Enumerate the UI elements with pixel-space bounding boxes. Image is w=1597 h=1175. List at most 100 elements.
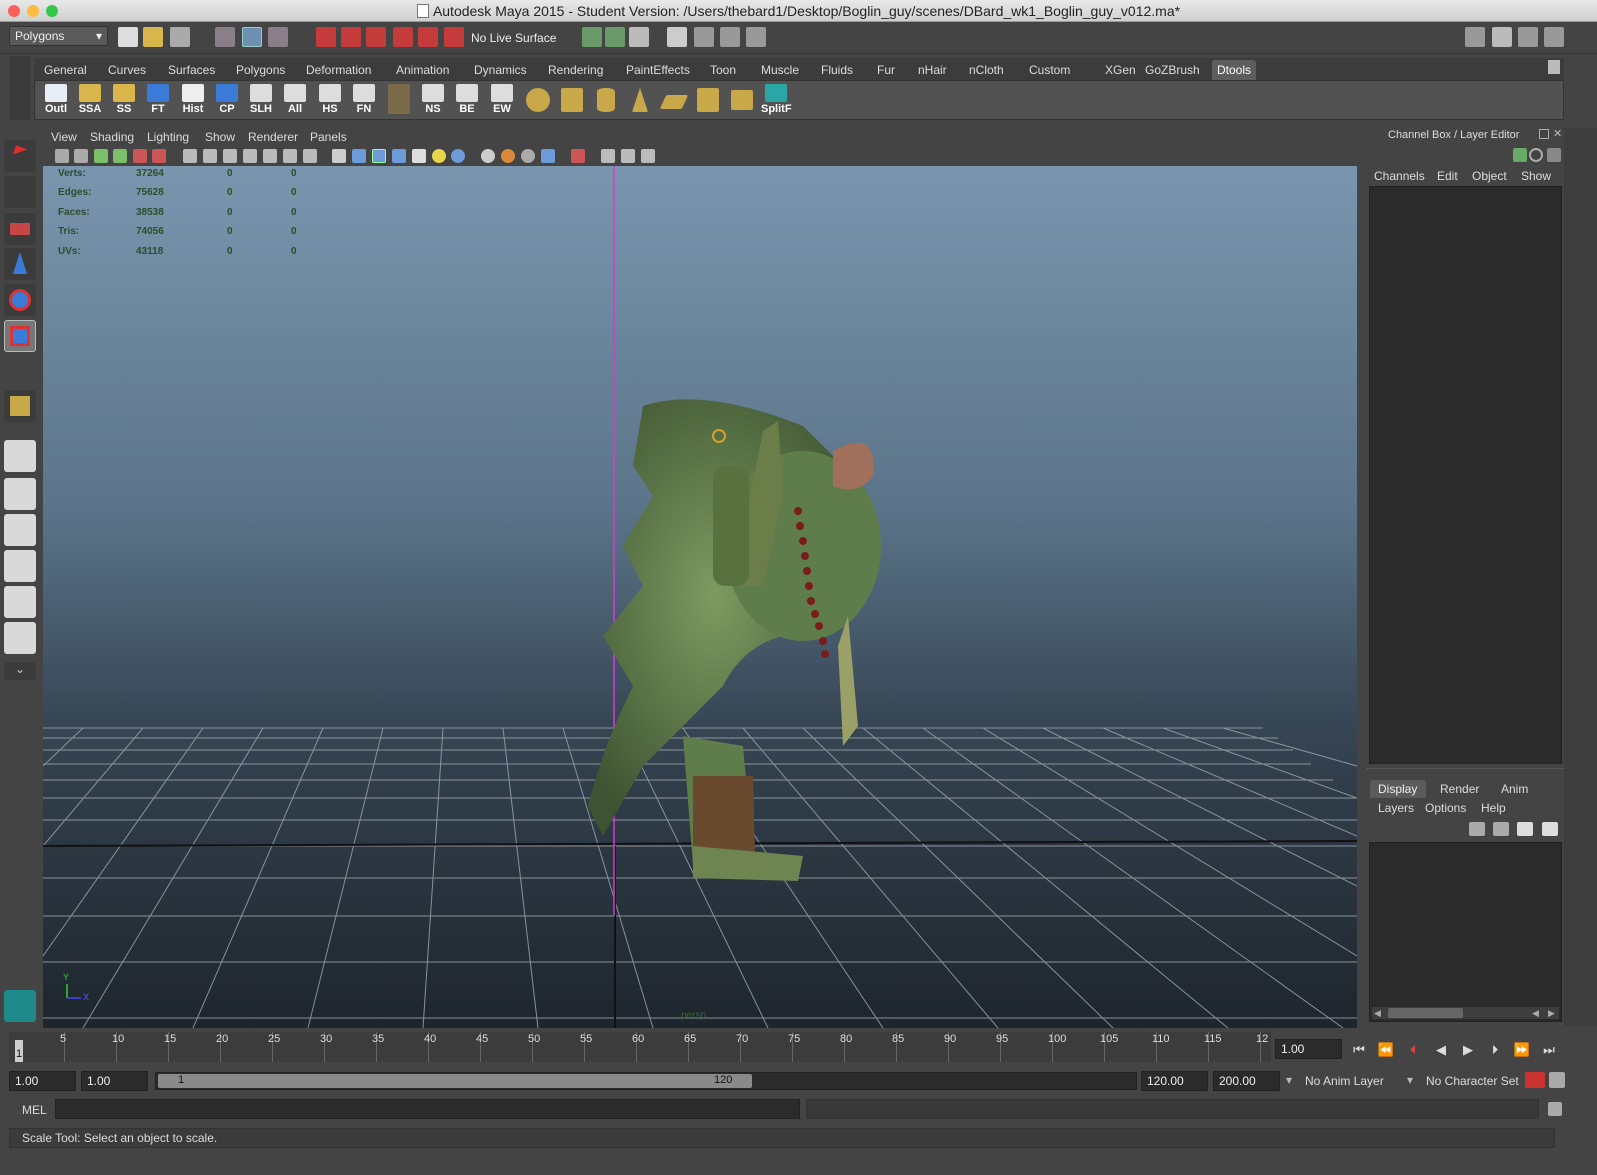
magnet-icon[interactable] — [444, 27, 464, 47]
range-slider[interactable]: 1 120 — [155, 1072, 1137, 1090]
persp-outliner-layout-icon[interactable] — [4, 514, 36, 546]
channel-box-menu-show[interactable]: Show — [1521, 169, 1551, 183]
step-back-frame-icon[interactable]: ⏴ — [1404, 1042, 1422, 1058]
anim-layer-dropdown[interactable]: No Anim Layer — [1305, 1074, 1384, 1088]
image-plane-icon[interactable] — [113, 149, 127, 163]
shelf-tab[interactable]: Animation — [391, 60, 454, 80]
trash-icon[interactable] — [1548, 60, 1560, 74]
safe-title-icon[interactable] — [303, 149, 317, 163]
layer-menu-layers[interactable]: Layers — [1378, 801, 1414, 815]
shelf-tab[interactable]: Deformation — [301, 60, 376, 80]
splitf-button[interactable]: SplitF — [761, 83, 792, 119]
xray-active-components-icon[interactable] — [621, 149, 635, 163]
use-all-lights-icon[interactable] — [432, 149, 446, 163]
shelf-tab[interactable]: Fur — [872, 60, 900, 80]
channel-box-settings-icon[interactable] — [1529, 148, 1543, 162]
persp-graph-hypershade-layout-icon[interactable] — [4, 622, 36, 654]
single-perspective-layout-icon[interactable] — [4, 440, 36, 472]
hypershade-icon[interactable] — [694, 27, 714, 47]
open-scene-icon[interactable] — [143, 27, 163, 47]
layer-list[interactable]: ◀ ◀ ▶ — [1369, 842, 1562, 1022]
viewport-menu-shading[interactable]: Shading — [90, 130, 134, 144]
select-tool-icon[interactable] — [4, 140, 36, 172]
freeze-transforms-button[interactable]: FT — [143, 83, 173, 119]
motion-blur-icon[interactable] — [501, 149, 515, 163]
new-layer-icon[interactable] — [1517, 822, 1533, 836]
chevron-down-icon[interactable]: ⌄ — [4, 662, 36, 680]
slh-button[interactable]: SLH — [246, 83, 276, 119]
viewport-menu-panels[interactable]: Panels — [310, 130, 347, 144]
channel-box-toggle-icon[interactable] — [1544, 27, 1564, 47]
select-hierarchy-icon[interactable] — [215, 27, 235, 47]
shelf-tab[interactable]: Muscle — [756, 60, 804, 80]
tool-settings-icon[interactable] — [1518, 27, 1538, 47]
shelf-tab[interactable]: Custom — [1024, 60, 1075, 80]
shelf-tab[interactable]: Curves — [103, 60, 151, 80]
shelf-tab[interactable]: Polygons — [231, 60, 290, 80]
ipr-render-icon[interactable] — [629, 27, 649, 47]
modeling-toolkit-icon[interactable] — [1465, 27, 1485, 47]
shelf-tab[interactable]: Toon — [705, 60, 741, 80]
be-button[interactable]: BE — [452, 83, 482, 119]
character-set-dropdown-arrow[interactable]: ▾ — [1407, 1073, 1413, 1087]
axis-display-icon[interactable] — [1513, 148, 1527, 162]
channel-box-list[interactable] — [1369, 186, 1562, 764]
step-forward-key-icon[interactable]: ⏩ — [1513, 1042, 1531, 1058]
wireframe-icon[interactable] — [332, 149, 346, 163]
layer-list-scrollbar[interactable]: ◀ ◀ ▶ — [1372, 1007, 1559, 1019]
ss-button[interactable]: SS — [109, 83, 139, 119]
center-pivot-button[interactable]: CP — [212, 83, 242, 119]
anti-aliasing-icon[interactable] — [521, 149, 535, 163]
outliner-button[interactable]: Outl — [41, 83, 71, 119]
float-panel-icon[interactable] — [1539, 129, 1549, 139]
save-scene-icon[interactable] — [170, 27, 190, 47]
textured-icon[interactable] — [412, 149, 426, 163]
bookmarks-icon[interactable] — [94, 149, 108, 163]
time-slider[interactable]: 5 10 15 20 25 30 35 40 45 50 55 60 65 70… — [9, 1032, 1271, 1062]
shelf-tab[interactable]: Dynamics — [469, 60, 532, 80]
move-tool-icon[interactable] — [4, 248, 36, 280]
script-editor-icon[interactable] — [1548, 1102, 1562, 1116]
menu-set-dropdown[interactable]: Polygons ▾ — [9, 26, 108, 46]
viewport-menu-renderer[interactable]: Renderer — [248, 130, 298, 144]
close-window-button[interactable] — [8, 5, 20, 17]
render-sequence-icon[interactable] — [746, 27, 766, 47]
poly-cube-icon[interactable] — [557, 83, 587, 119]
persp-graph-layout-icon[interactable] — [4, 550, 36, 582]
paint-select-tool-icon[interactable] — [4, 213, 36, 245]
grid-toggle-icon[interactable] — [183, 149, 197, 163]
shelf-tab[interactable]: General — [39, 60, 92, 80]
poly-cone-icon[interactable] — [625, 83, 655, 119]
default-material-icon[interactable] — [392, 149, 406, 163]
minimize-window-button[interactable] — [27, 5, 39, 17]
play-backwards-icon[interactable]: ◀ — [1432, 1042, 1450, 1058]
shelf-tab[interactable]: Surfaces — [163, 60, 220, 80]
snap-view-plane-icon[interactable] — [393, 27, 413, 47]
scrollbar-thumb[interactable] — [1388, 1008, 1463, 1018]
viewport-menu-view[interactable]: View — [51, 130, 77, 144]
playback-end-field[interactable]: 120.00 — [1141, 1071, 1208, 1091]
render-view-icon[interactable] — [582, 27, 602, 47]
field-chart-icon[interactable] — [263, 149, 277, 163]
layer-tab-render[interactable]: Render — [1440, 782, 1479, 796]
four-view-layout-icon[interactable] — [4, 478, 36, 510]
scroll-right-icon[interactable]: ◀ — [1532, 1008, 1539, 1019]
uv-grid-icon[interactable] — [693, 83, 723, 119]
new-layer-selected-icon[interactable] — [1542, 822, 1558, 836]
paint-brush-button[interactable] — [384, 83, 414, 119]
channel-box-menu-channels[interactable]: Channels — [1374, 169, 1425, 183]
safe-action-icon[interactable] — [283, 149, 297, 163]
fn-button[interactable]: FN — [349, 83, 379, 119]
new-scene-icon[interactable] — [118, 27, 138, 47]
snap-point-icon[interactable] — [366, 27, 386, 47]
grease-pencil-icon[interactable] — [152, 149, 166, 163]
pin-icon[interactable] — [1547, 148, 1561, 162]
snap-curve-icon[interactable] — [341, 27, 361, 47]
scroll-right-end-icon[interactable]: ▶ — [1548, 1008, 1555, 1019]
resolution-gate-icon[interactable] — [223, 149, 237, 163]
camera-attributes-icon[interactable] — [74, 149, 88, 163]
poly-plane-icon[interactable] — [659, 83, 689, 119]
make-live-icon[interactable] — [418, 27, 438, 47]
screen-space-ao-icon[interactable] — [481, 149, 495, 163]
xray-icon[interactable] — [601, 149, 615, 163]
